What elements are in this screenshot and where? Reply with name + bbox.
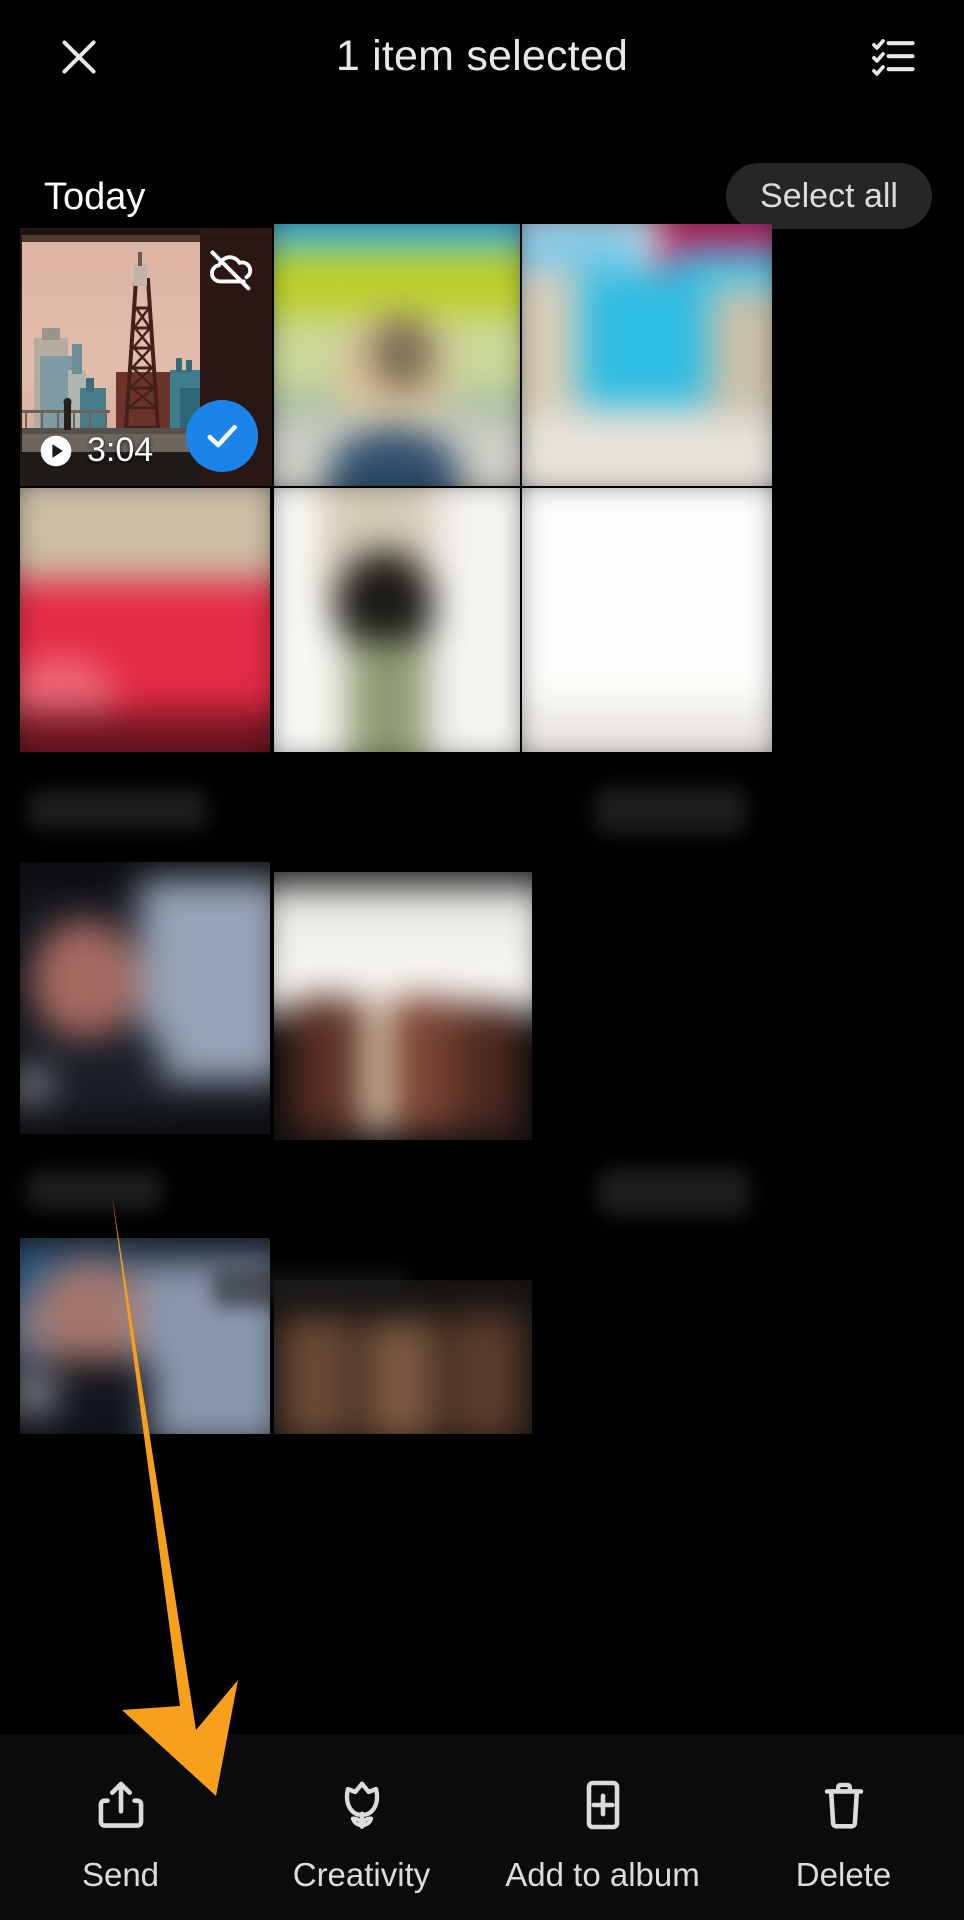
thumbnail-blurred xyxy=(20,488,270,752)
bottom-action-bar: Send Creativity Add to album Delete xyxy=(0,1734,964,1920)
grid-item[interactable] xyxy=(274,872,532,1140)
photo-picker-screen: 1 item selected Today Select all 3:04 Se… xyxy=(0,0,964,1920)
grid-item-selected-video[interactable]: 3:04 xyxy=(20,228,272,486)
select-mode-button[interactable] xyxy=(864,28,922,86)
grid-item[interactable] xyxy=(20,862,270,1134)
duration-text: 3:04 xyxy=(87,431,154,469)
checklist-icon xyxy=(872,39,915,76)
thumbnail-blurred xyxy=(274,488,520,752)
video-duration: 3:04 xyxy=(38,431,153,470)
cloud-off-icon-wrap xyxy=(202,242,258,298)
grid-item[interactable] xyxy=(522,224,772,486)
thumbnail-blurred xyxy=(274,872,532,1140)
thumbnail-blurred xyxy=(274,224,520,486)
action-send-label: Send xyxy=(81,1856,160,1893)
thumbnail-blurred xyxy=(522,224,772,486)
thumbnail-blurred xyxy=(20,862,270,1134)
grid-item[interactable] xyxy=(522,488,772,752)
play-icon xyxy=(40,435,72,466)
grid-item[interactable] xyxy=(20,488,270,752)
grid-item[interactable] xyxy=(274,488,520,752)
select-all-blurred xyxy=(598,1168,750,1216)
top-app-bar: 1 item selected xyxy=(0,0,964,112)
action-creativity[interactable]: Creativity xyxy=(241,1734,482,1920)
action-add-to-album[interactable]: Add to album xyxy=(482,1734,723,1920)
action-delete[interactable]: Delete xyxy=(723,1734,964,1920)
action-delete-label: Delete xyxy=(795,1856,892,1893)
page-title: 1 item selected xyxy=(335,31,629,80)
grid-item[interactable] xyxy=(274,224,520,486)
add-to-album-icon xyxy=(572,1774,634,1836)
select-all-label: Select all xyxy=(760,176,898,215)
select-all-button[interactable]: Select all xyxy=(726,163,932,229)
cloud-off-icon xyxy=(210,250,253,291)
thumbnail-blurred xyxy=(522,488,772,752)
section-title: Today xyxy=(44,175,146,218)
delete-icon xyxy=(813,1774,875,1836)
selection-check-badge[interactable] xyxy=(186,400,258,472)
action-add-to-album-label: Add to album xyxy=(505,1856,700,1893)
label-blurred xyxy=(212,1268,410,1308)
section-header-blurred xyxy=(28,790,208,830)
action-send[interactable]: Send xyxy=(0,1734,241,1920)
send-icon xyxy=(90,1774,152,1836)
creativity-icon xyxy=(331,1774,393,1836)
section-header-blurred xyxy=(26,1170,162,1210)
action-creativity-label: Creativity xyxy=(292,1856,431,1893)
select-all-blurred xyxy=(594,786,746,834)
check-icon xyxy=(207,424,237,448)
